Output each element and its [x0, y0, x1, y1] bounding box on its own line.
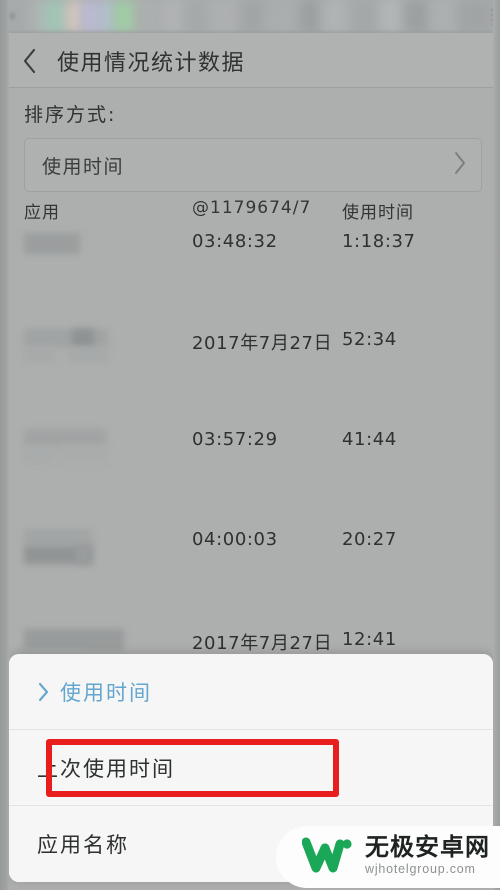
column-header-app: 应用	[24, 203, 60, 223]
cell-usage-time: 1:18:37	[342, 231, 416, 252]
table-row[interactable]: 03:57:29 41:44	[24, 427, 482, 469]
watermark: 无极安卓网 wjhotelgroup.com	[276, 826, 500, 888]
app-name-redacted	[24, 427, 192, 469]
column-header-last-used: @1179674/7	[192, 198, 312, 218]
cell-usage-time: 20:27	[342, 529, 397, 550]
app-name-redacted	[24, 327, 192, 369]
table-header-row: 应用 @1179674/7 使用时间	[24, 192, 482, 223]
cell-usage-time: 52:34	[342, 329, 397, 350]
phone-screen: 使用情况统计数据 排序方式: 使用时间 应用 @1179674/7 使用时间 0…	[0, 0, 500, 890]
chevron-right-icon	[37, 682, 50, 702]
page-title: 使用情况统计数据	[57, 50, 246, 76]
title-bar: 使用情况统计数据	[0, 33, 500, 88]
sheet-option-usage-time[interactable]: 使用时间	[9, 654, 493, 730]
app-name-redacted	[24, 229, 192, 271]
status-icon-left	[9, 13, 15, 19]
cell-last-used: 03:57:29	[192, 429, 278, 450]
sheet-option-last-used[interactable]: 上次使用时间	[9, 730, 493, 806]
w-logo-icon	[301, 835, 354, 880]
column-header-usage-time: 使用时间	[342, 203, 414, 223]
watermark-title: 无极安卓网	[365, 833, 490, 862]
cell-usage-time: 12:41	[342, 629, 397, 650]
chevron-left-icon	[22, 48, 37, 74]
watermark-domain: wjhotelgroup.com	[365, 862, 476, 877]
cell-last-used: 2017年7月27日	[192, 633, 333, 654]
cell-usage-time: 41:44	[342, 429, 397, 450]
sort-select[interactable]: 使用时间	[24, 138, 482, 192]
chevron-right-icon	[453, 151, 467, 180]
cell-last-used: 2017年7月27日	[192, 333, 333, 354]
sort-by-label: 排序方式:	[24, 104, 117, 126]
table-row[interactable]: 03:48:32 1:18:37	[24, 229, 482, 271]
app-name-redacted	[24, 527, 192, 569]
cell-last-used: 04:00:03	[192, 529, 278, 550]
status-icon-right	[491, 9, 494, 25]
sheet-option-label: 使用时间	[60, 680, 152, 705]
sheet-option-label: 应用名称	[37, 833, 129, 857]
table-row[interactable]: 04:00:03 20:27	[24, 527, 482, 569]
table-row[interactable]: 2017年7月27日 52:34	[24, 327, 482, 369]
status-bar	[0, 0, 500, 33]
sheet-option-label: 上次使用时间	[37, 756, 175, 781]
sort-section: 排序方式: 使用时间	[0, 88, 500, 192]
sort-select-value: 使用时间	[42, 155, 125, 178]
back-button[interactable]	[17, 47, 41, 75]
cell-last-used: 03:48:32	[192, 231, 278, 252]
